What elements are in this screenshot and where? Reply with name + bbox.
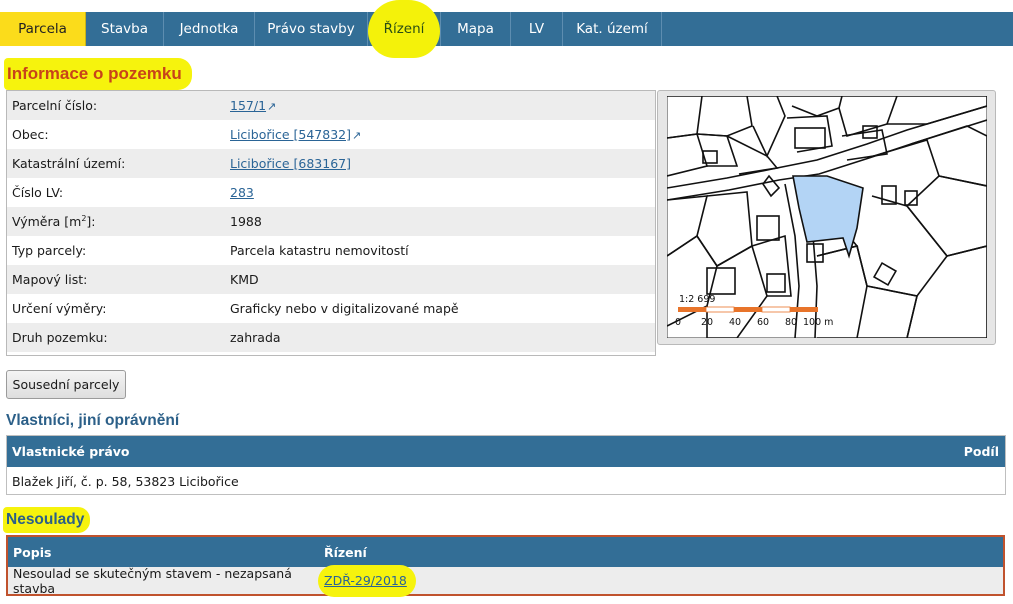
field-value-text: 1988 (230, 214, 262, 229)
field-label-text: Číslo LV: (12, 185, 64, 200)
parcel-map[interactable]: 1:2 699 0 20 40 60 80 100 m (657, 90, 996, 345)
field-label: Druh pozemku: (7, 330, 230, 345)
field-label: Typ parcely: (7, 243, 230, 258)
page-title: Informace o pozemku (4, 58, 192, 90)
scale-tick-label: 100 m (803, 317, 833, 328)
tab-parcela[interactable]: Parcela (0, 12, 86, 46)
table-row: Parcelní číslo: 157/1↗ (7, 91, 655, 120)
scale-tick-label: 20 (701, 317, 713, 328)
table-row: Katastrální území: Licibořice [683167] (7, 149, 655, 178)
owner-name: Blažek Jiří, č. p. 58, 53823 Licibořice (12, 473, 239, 489)
table-row: Číslo LV: 283 (7, 178, 655, 207)
tab-label: Parcela (18, 21, 67, 37)
field-value-link[interactable]: 283 (230, 185, 254, 200)
tab--zen-[interactable]: Řízení (368, 0, 441, 58)
field-value-text: Graficky nebo v digitalizované mapě (230, 301, 459, 316)
map-scale-label: 1:2 699 (679, 294, 715, 305)
proceeding-link[interactable]: ZDŘ-29/2018 (324, 573, 407, 588)
tab-pr-vo-stavby[interactable]: Právo stavby (255, 12, 368, 46)
field-value-link[interactable]: Licibořice [547832] (230, 127, 351, 142)
col-description: Popis (13, 544, 52, 560)
field-label-text: Parcelní číslo: (12, 98, 98, 113)
field-value-text: KMD (230, 272, 259, 287)
table-row: Určení výměry: Graficky nebo v digitalizo… (7, 294, 655, 323)
scale-tick-label: 40 (729, 317, 741, 328)
tab-stavba[interactable]: Stavba (86, 12, 164, 46)
field-value: Graficky nebo v digitalizované mapě (230, 301, 459, 316)
scale-tick-label: 60 (757, 317, 769, 328)
tab-label: Právo stavby (267, 21, 355, 37)
field-label: Mapový list: (7, 272, 230, 287)
owners-table: Vlastnické právo Podíl Blažek Jiří, č. p… (6, 435, 1006, 495)
tab-label: Stavba (101, 21, 148, 37)
tab-label: Řízení (383, 21, 425, 37)
scale-bar (678, 306, 818, 313)
table-row: Mapový list: KMD (7, 265, 655, 294)
tab-label: LV (528, 21, 545, 37)
field-label-text: Typ parcely: (12, 243, 87, 258)
discrepancies-table-header: Popis Řízení (8, 537, 1003, 567)
field-value[interactable]: 157/1↗ (230, 98, 276, 113)
tab-label: Kat. území (576, 21, 648, 37)
tab-label: Jednotka (179, 21, 239, 37)
map-canvas[interactable]: 1:2 699 0 20 40 60 80 100 m (667, 96, 987, 338)
field-label-text: Výměra [m (12, 214, 82, 230)
table-row: Obec: Licibořice [547832]↗ (7, 120, 655, 149)
field-value-link[interactable]: 157/1 (230, 98, 266, 113)
field-value: KMD (230, 272, 259, 287)
discrepancy-description: Nesoulad se skutečným stavem - nezapsaná… (13, 565, 292, 596)
table-row: Druh pozemku: zahrada (7, 323, 655, 352)
field-label-text: Druh pozemku: (12, 330, 108, 345)
discrepancies-heading: Nesoulady (3, 507, 91, 533)
proceeding-cell: ZDŘ-29/2018 (318, 565, 416, 597)
field-label: Určení výměry: (7, 301, 230, 316)
field-label: Parcelní číslo: (7, 98, 230, 113)
col-ownership: Vlastnické právo (12, 444, 130, 459)
discrepancies-table: Popis Řízení Nesoulad se skutečným stave… (6, 535, 1005, 597)
tab-kat-zem-[interactable]: Kat. území (563, 12, 662, 46)
owners-heading: Vlastníci, jiní oprávnění (6, 412, 180, 429)
external-link-icon[interactable]: ↗ (267, 100, 276, 113)
field-label: Obec: (7, 127, 230, 142)
field-label-text: Mapový list: (12, 272, 88, 287)
field-label: Číslo LV: (7, 185, 230, 200)
table-row: Výměra [m2]: 1988 (7, 207, 655, 236)
tab-jednotka[interactable]: Jednotka (164, 12, 255, 46)
field-label-text: Určení výměry: (12, 301, 107, 316)
field-value-link[interactable]: Licibořice [683167] (230, 156, 351, 171)
field-value[interactable]: 283 (230, 185, 254, 200)
table-row: Nesoulad se skutečným stavem - nezapsaná… (8, 565, 1003, 597)
external-link-icon[interactable]: ↗ (352, 129, 361, 142)
field-value: zahrada (230, 330, 281, 345)
neighbor-parcels-button[interactable]: Sousední parcely (6, 370, 126, 399)
scale-tick-label: 80 (785, 317, 797, 328)
col-proceeding: Řízení (324, 544, 367, 560)
field-label-suffix: ]: (86, 214, 96, 230)
tab-label: Mapa (457, 21, 494, 37)
table-row: Typ parcely: Parcela katastru nemovitostí (7, 236, 655, 265)
field-label: Katastrální území: (7, 156, 230, 171)
parcel-info-table: Parcelní číslo: 157/1↗ Obec: Licibořice [54… (6, 90, 656, 356)
col-share: Podíl (963, 444, 999, 459)
table-row: Blažek Jiří, č. p. 58, 53823 Licibořice (7, 467, 1005, 495)
tab-lv[interactable]: LV (511, 12, 563, 46)
field-value: 1988 (230, 214, 262, 229)
field-value[interactable]: Licibořice [683167] (230, 156, 351, 171)
owners-table-header: Vlastnické právo Podíl (7, 436, 1005, 467)
field-label-text: Obec: (12, 127, 49, 142)
field-value-text: zahrada (230, 330, 281, 345)
tab-bar: Parcela Stavba Jednotka Právo stavby Řízení M… (0, 0, 1013, 58)
field-label: Výměra [m2]: (7, 214, 230, 229)
field-value[interactable]: Licibořice [547832]↗ (230, 127, 361, 142)
tab-mapa[interactable]: Mapa (441, 12, 511, 46)
field-label-text: Katastrální území: (12, 156, 126, 171)
field-value: Parcela katastru nemovitostí (230, 243, 409, 258)
scale-tick-label: 0 (675, 317, 681, 328)
field-value-text: Parcela katastru nemovitostí (230, 243, 409, 258)
